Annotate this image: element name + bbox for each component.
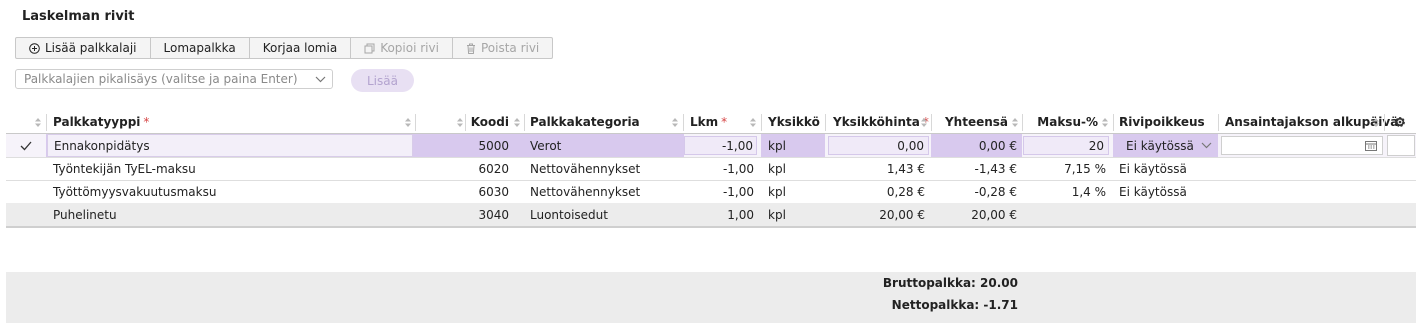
type-cell: Puhelinetu [53,207,117,222]
quick-add-placeholder: Palkkalajien pikalisäys (valitse ja pain… [24,72,298,86]
exception-select[interactable]: Ei käytössä [1113,134,1218,157]
delete-row-label: Poista rivi [480,41,540,55]
net-salary: Nettopalkka: -1.71 [891,298,1018,312]
table-row[interactable]: Ennakonpidätys 5000 Verot -1,00 kpl 0,00… [6,134,1416,158]
col-header-total[interactable]: Yhteensä [932,110,1008,133]
sort-icon[interactable] [921,118,927,127]
add-wage-type-button[interactable]: Lisää palkkalaji [16,38,151,58]
exception-cell: Ei käytössä [1119,161,1187,176]
exception-value: Ei käytössä [1126,138,1194,153]
sort-icon[interactable] [1012,118,1018,127]
fix-holidays-label: Korjaa lomia [262,41,338,55]
sort-icon[interactable] [750,118,756,127]
col-header-type[interactable]: Palkkatyyppi * [53,110,149,133]
type-cell: Työttömyysvakuutusmaksu [53,184,217,199]
type-input[interactable]: Ennakonpidätys [47,134,413,157]
col-header-pct[interactable]: Maksu-% [1023,110,1098,133]
type-cell: Työntekijän TyEL-maksu [53,161,196,176]
gear-icon[interactable] [1393,110,1407,133]
section-title: Laskelman rivit [22,9,135,24]
copy-row-button[interactable]: Kopioi rivi [351,38,453,58]
total-cell: 0,00 € [931,134,1022,157]
unit-cell: kpl [768,207,786,222]
sort-icon[interactable] [35,118,41,127]
col-header-qty[interactable]: Lkm * [690,110,727,133]
add-wage-type-label: Lisää palkkalaji [45,41,137,55]
col-header-code[interactable]: Koodi [466,110,509,133]
category-cell: Verot [530,138,562,153]
sort-icon[interactable] [1102,118,1108,127]
qty-cell: -1,00 [722,161,754,176]
col-header-category[interactable]: Palkkakategoria [530,110,640,133]
sort-icon[interactable] [405,118,411,127]
table-row[interactable]: Työttömyysvakuutusmaksu 6030 Nettovähenn… [6,180,1416,204]
gross-salary: Bruttopalkka: 20.00 [882,276,1018,290]
grid-header: Palkkatyyppi * Koodi Palkkakategoria Lkm *… [6,110,1416,134]
row-toolbar: Lisää palkkalaji Lomapalkka Korjaa lomia… [15,37,554,59]
unit-price-cell: 20,00 € [879,207,925,222]
total-cell: -0,28 € [974,184,1018,199]
period-start-date-input[interactable] [1221,136,1383,155]
unit-price-cell: 1,43 € [886,161,925,176]
checkmark-icon [6,134,46,157]
category-cell: Luontoisedut [530,207,608,222]
unit-cell: kpl [768,161,786,176]
delete-row-button[interactable]: Poista rivi [453,38,552,58]
row-extra-cell[interactable] [1387,135,1415,156]
holiday-pay-button[interactable]: Lomapalkka [151,38,250,58]
trash-icon [466,43,476,54]
code-cell: 5000 [478,138,509,153]
copy-icon [364,43,375,54]
sort-icon[interactable] [514,118,520,127]
table-row[interactable]: Puhelinetu 3040 Luontoisedut 1,00 kpl 20… [6,203,1416,228]
code-cell: 3040 [478,207,509,222]
unit-cell: kpl [768,184,786,199]
category-cell: Nettovähennykset [530,161,641,176]
qty-input[interactable]: -1,00 [684,136,757,155]
sort-icon[interactable] [457,118,463,127]
table-row[interactable]: Työntekijän TyEL-maksu 6020 Nettovähenny… [6,157,1416,181]
qty-cell: 1,00 [727,207,754,222]
col-header-unit[interactable]: Yksikkö [768,110,820,133]
unit-cell: kpl [761,134,825,157]
holiday-pay-label: Lomapalkka [163,41,236,55]
code-cell: 6030 [478,184,509,199]
quick-add-button[interactable]: Lisää [351,69,414,92]
category-cell: Nettovähennykset [530,184,641,199]
pct-cell: 1,4 % [1071,184,1106,199]
exception-cell: Ei käytössä [1119,184,1187,199]
totals-footer: Bruttopalkka: 20.00 Nettopalkka: -1.71 [6,272,1416,323]
code-cell: 6020 [478,161,509,176]
chevron-down-icon [315,72,326,86]
pct-cell [1023,203,1106,226]
pct-cell: 7,15 % [1064,161,1106,176]
calendar-icon[interactable] [1365,140,1377,151]
unit-price-cell: 0,28 € [886,184,925,199]
col-header-unit-price[interactable]: Yksikköhinta* [833,110,929,133]
fix-holidays-button[interactable]: Korjaa lomia [250,38,352,58]
unit-price-input[interactable]: 0,00 [828,136,929,155]
qty-cell: -1,00 [722,184,754,199]
total-cell: -1,43 € [974,161,1018,176]
plus-circle-icon [29,42,40,54]
quick-add-select[interactable]: Palkkalajien pikalisäys (valitse ja pain… [15,69,333,89]
sort-icon[interactable] [672,118,678,127]
total-cell: 20,00 € [971,207,1017,222]
col-header-exception[interactable]: Rivipoikkeus [1119,110,1205,133]
chevron-down-icon [1201,142,1212,149]
copy-row-label: Kopioi rivi [380,41,439,55]
sort-icon[interactable] [1373,118,1379,127]
pct-input[interactable]: 20 [1023,136,1109,155]
